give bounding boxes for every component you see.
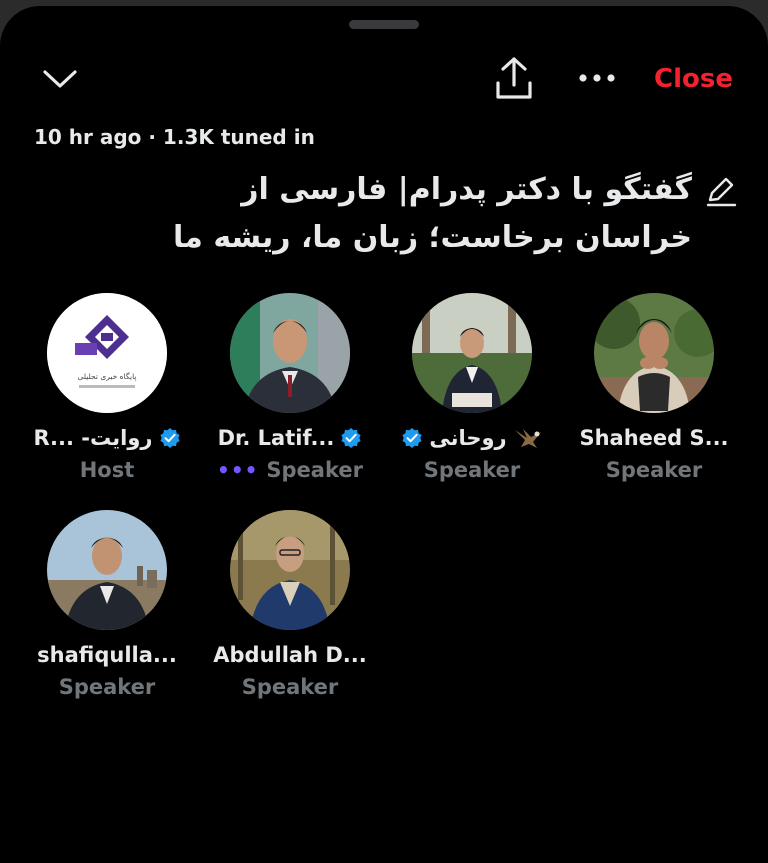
participant-name-row: shafiqulla... (16, 640, 198, 670)
speaking-indicator-icon: ••• (217, 458, 259, 482)
participant-name-row: Dr. Latif... (199, 423, 381, 453)
space-title-block: گفتگو با دکتر پدرام| فارسی از خراسان برخ… (120, 166, 738, 262)
space-meta: 10 hr ago · 1.3K tuned in (34, 125, 315, 149)
role-label: Speaker (58, 675, 156, 699)
share-button[interactable] (490, 52, 538, 104)
participant-name-row: Abdullah D... (199, 640, 381, 670)
participant-host[interactable]: پایگاه خبری تحلیلی R... -روایت Host (16, 293, 198, 484)
participant-name-row: روحانی (381, 423, 563, 453)
avatar (47, 510, 167, 630)
verified-badge-icon (159, 428, 180, 448)
participant-role: Speaker (563, 456, 745, 484)
participant-role: Host (16, 456, 198, 484)
role-label: Speaker (266, 458, 363, 482)
participant-speaker-shaheed[interactable]: Shaheed S... Speaker (563, 293, 745, 484)
role-label: Host (79, 458, 135, 482)
participant-role: ••• Speaker (199, 456, 381, 484)
logo-caption: پایگاه خبری تحلیلی (78, 372, 137, 381)
participant-role: Speaker (381, 456, 563, 484)
participant-name: روحانی (429, 426, 507, 450)
participant-speaker-latif[interactable]: Dr. Latif... ••• Speaker (199, 293, 381, 484)
collapse-button[interactable] (36, 58, 84, 100)
space-title: گفتگو با دکتر پدرام| فارسی از خراسان برخ… (173, 172, 692, 255)
verified-badge-icon (341, 428, 361, 448)
share-icon (496, 57, 532, 99)
participant-role: Speaker (16, 673, 198, 701)
participant-speaker-abdullah[interactable]: Abdullah D... Speaker (199, 510, 381, 701)
avatar (230, 510, 350, 630)
participant-role: Speaker (199, 673, 381, 701)
participant-name: shafiqulla... (37, 643, 177, 667)
role-label: Speaker (605, 458, 703, 482)
close-button[interactable]: Close (654, 64, 733, 94)
space-title-text: گفتگو با دکتر پدرام| فارسی از خراسان برخ… (120, 166, 738, 262)
more-icon (579, 74, 615, 82)
avatar (412, 293, 532, 413)
participant-speaker-rohani[interactable]: روحانی Speaker (381, 293, 563, 484)
role-label: Speaker (423, 458, 521, 482)
participant-name: R... -روایت (33, 426, 153, 450)
participant-speaker-shafiqulla[interactable]: shafiqulla... Speaker (16, 510, 198, 701)
avatar (230, 293, 350, 413)
participant-name: Abdullah D... (213, 643, 367, 667)
more-options-button[interactable] (572, 58, 622, 98)
space-sheet: Close 10 hr ago · 1.3K tuned in گفتگو با… (0, 6, 768, 863)
chevron-down-icon (43, 70, 77, 88)
avatar: پایگاه خبری تحلیلی (47, 293, 167, 413)
eagle-emoji-icon (514, 429, 541, 448)
participant-name: Dr. Latif... (217, 426, 335, 450)
pencil-icon[interactable] (704, 174, 738, 208)
participant-name: Shaheed S... (579, 426, 729, 450)
avatar (594, 293, 714, 413)
verified-badge-icon (402, 428, 422, 448)
participant-name-row: R... -روایت (16, 423, 198, 453)
participant-name-row: Shaheed S... (563, 423, 745, 453)
role-label: Speaker (241, 675, 339, 699)
sheet-grabber[interactable] (349, 20, 419, 29)
